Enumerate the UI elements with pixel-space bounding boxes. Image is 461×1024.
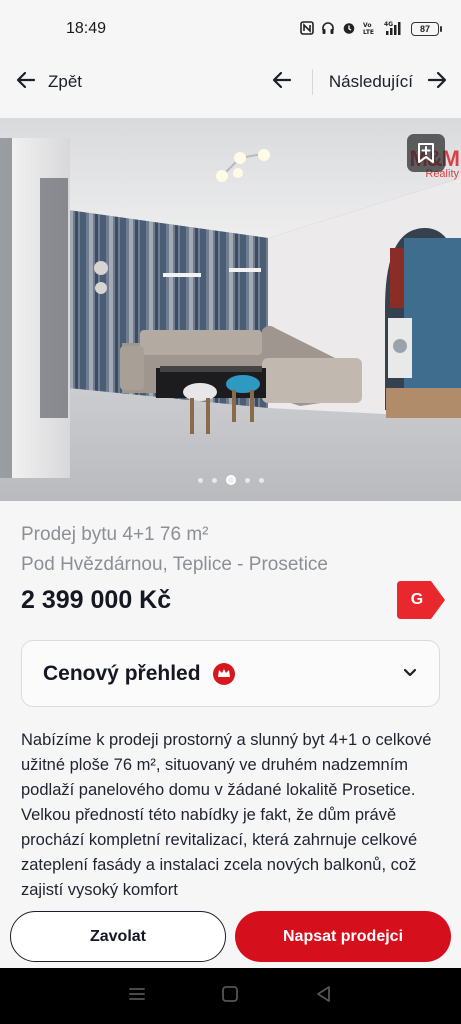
arrow-left-icon xyxy=(16,71,36,94)
listing-title: Prodej bytu 4+1 76 m² xyxy=(21,524,209,545)
bookmark-add-icon xyxy=(416,142,436,164)
price-overview-card[interactable]: Cenový přehled xyxy=(21,640,440,707)
alarm-icon xyxy=(342,21,356,38)
network-label: 4G xyxy=(384,21,393,28)
svg-text:LTE: LTE xyxy=(363,29,374,35)
battery-level: 87 xyxy=(419,24,430,34)
next-listing-button[interactable]: Následující xyxy=(313,71,447,94)
call-button[interactable]: Zavolat xyxy=(10,911,226,962)
photo-gallery[interactable]: M&M Reality xyxy=(0,118,461,501)
next-label: Následující xyxy=(328,72,413,91)
headset-icon xyxy=(321,21,335,38)
signal-icon: 4G xyxy=(384,20,404,39)
battery-icon: 87 xyxy=(411,22,442,36)
price-overview-title: Cenový přehled xyxy=(43,661,201,685)
crown-icon xyxy=(212,662,235,685)
previous-listing-button[interactable] xyxy=(268,69,313,95)
svg-text:Vo: Vo xyxy=(363,22,371,29)
listing-description: Nabízíme k prodeji prostorný a slunný by… xyxy=(21,731,432,898)
pagination-dot[interactable] xyxy=(258,477,264,483)
listing-pager: Následující xyxy=(268,69,447,95)
status-bar: 18:49 Vo LTE 4G 87 xyxy=(0,0,461,58)
pagination-dot-active[interactable] xyxy=(225,475,236,485)
back-triangle-icon[interactable] xyxy=(315,985,333,1008)
pagination-dot[interactable] xyxy=(211,477,217,483)
arrow-right-icon xyxy=(427,71,447,94)
save-listing-button[interactable] xyxy=(407,134,445,172)
contact-action-bar: Zavolat Napsat prodejci xyxy=(0,898,461,968)
back-button[interactable]: Zpět xyxy=(16,71,82,94)
nfc-icon xyxy=(300,20,314,38)
menu-icon[interactable] xyxy=(128,986,146,1007)
message-seller-button[interactable]: Napsat prodejci xyxy=(235,911,451,962)
home-icon[interactable] xyxy=(221,985,239,1008)
arrow-left-icon xyxy=(272,71,292,94)
pagination-dot[interactable] xyxy=(244,477,250,483)
listing-photo xyxy=(0,118,461,501)
top-nav-bar: Zpět Následující xyxy=(0,58,461,106)
energy-class-label: G xyxy=(410,591,424,608)
listing-price: 2 399 000 Kč xyxy=(21,586,172,614)
listing-address: Pod Hvězdárnou, Teplice - Prosetice xyxy=(21,554,328,575)
chevron-down-icon xyxy=(403,665,417,683)
energy-class-badge[interactable]: G xyxy=(397,581,445,619)
status-time: 18:49 xyxy=(66,20,107,37)
gallery-pagination xyxy=(0,475,461,485)
system-navigation-bar xyxy=(0,968,461,1024)
status-icons: Vo LTE 4G 87 xyxy=(300,20,442,39)
back-label: Zpět xyxy=(48,72,83,91)
pagination-dot[interactable] xyxy=(197,477,203,483)
volte-icon: Vo LTE xyxy=(363,21,377,38)
